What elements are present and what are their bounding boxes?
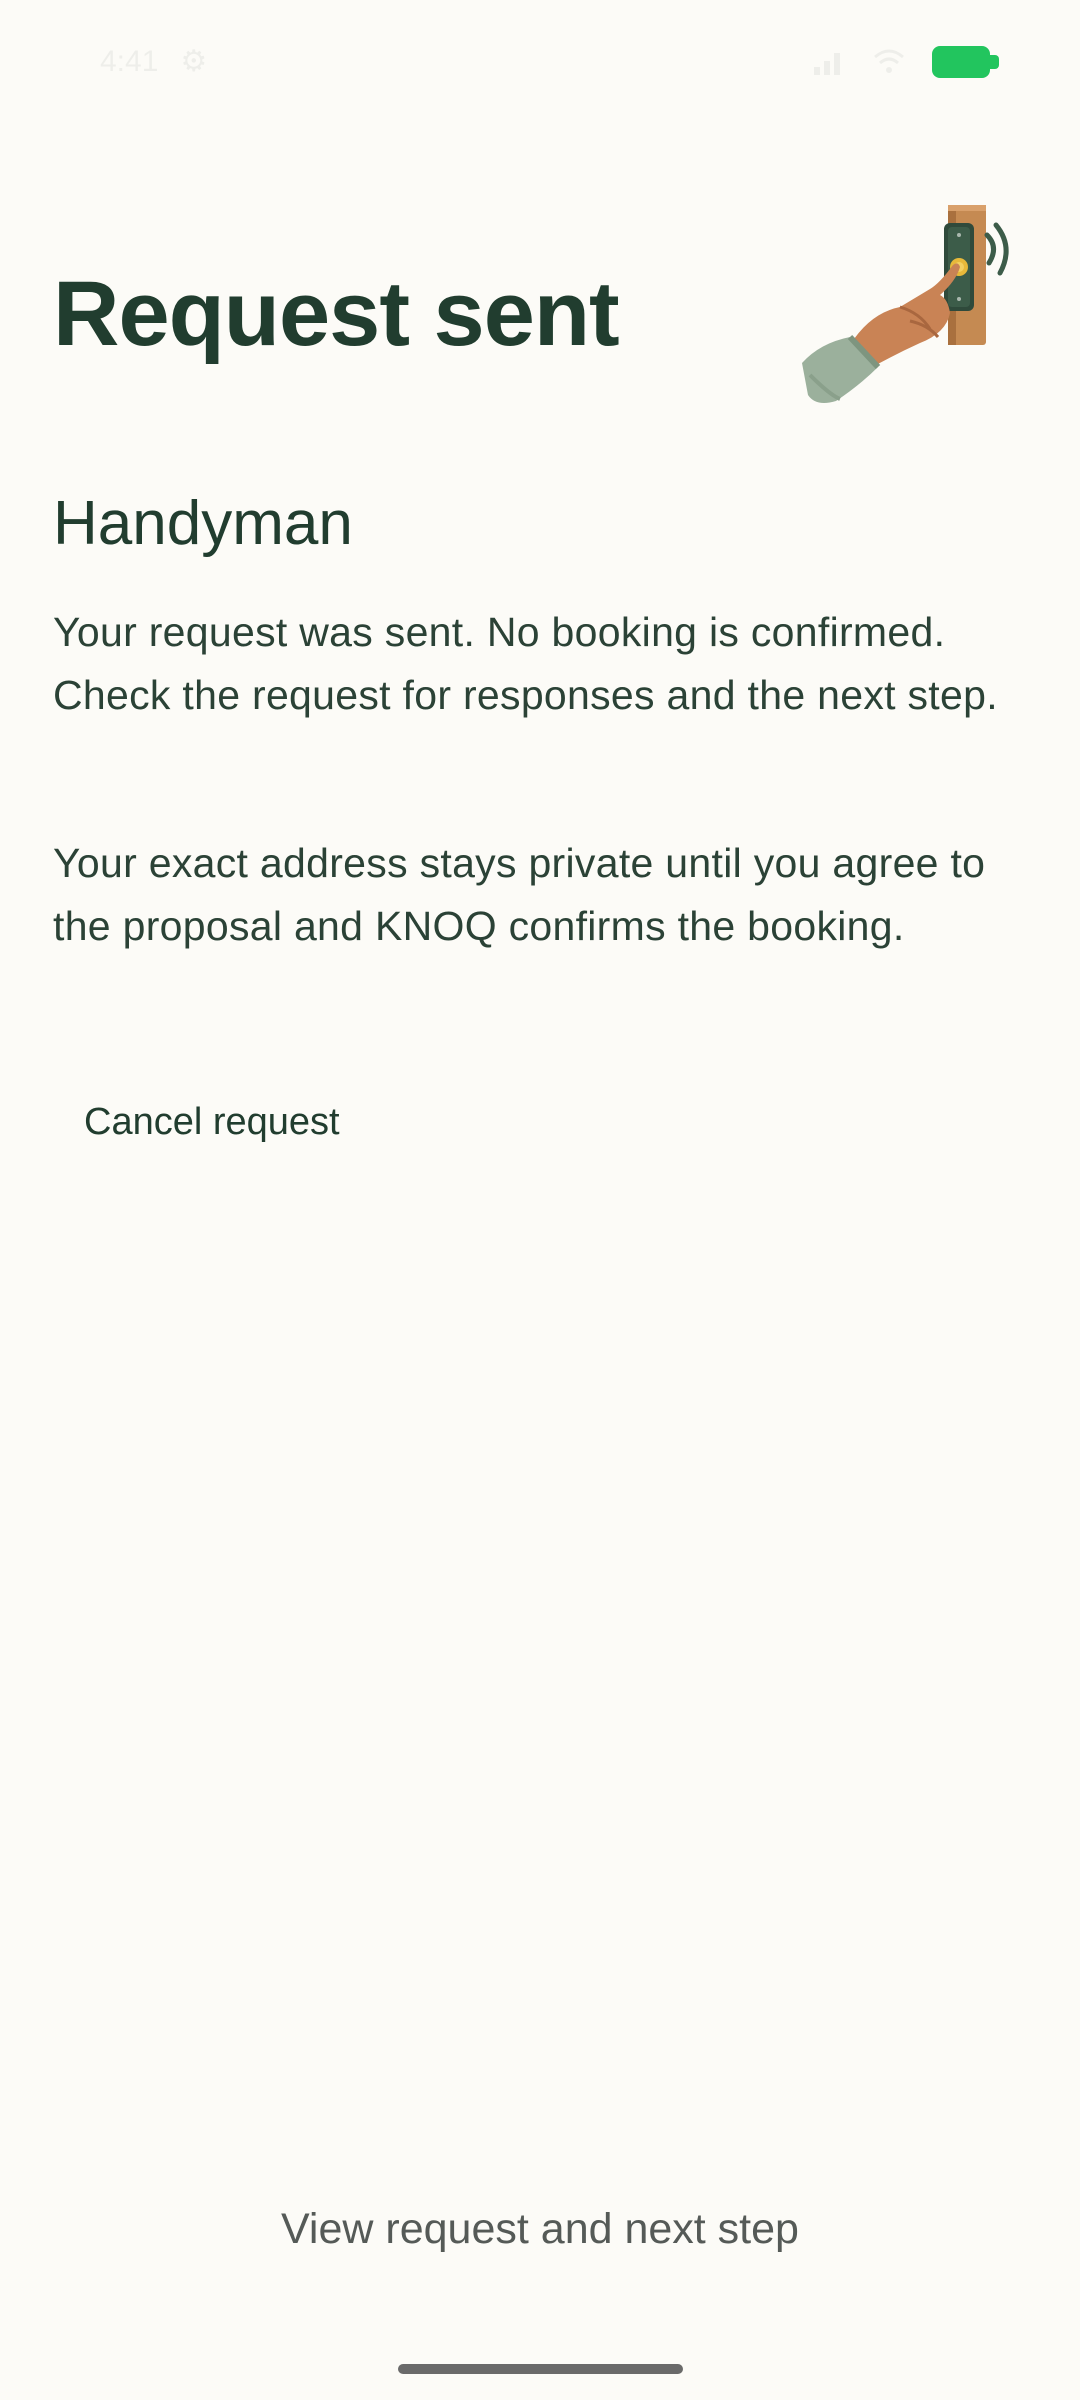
service-title: Handyman [53,489,353,558]
status-right [812,46,999,78]
battery-icon [932,46,999,78]
view-request-button[interactable]: View request and next step [0,2205,1080,2254]
status-time: 4:41 [100,44,159,78]
status-bar: 4:41 ⚙ [0,0,1080,130]
address-privacy-note: Your exact address stays private until y… [53,840,986,949]
wifi-icon [874,49,904,73]
status-left: 4:41 ⚙ [100,44,207,79]
doorbell-press-icon [802,205,1009,403]
home-indicator[interactable] [398,2364,683,2374]
cancel-request-button[interactable]: Cancel request [84,1101,340,1144]
signal-icon [814,53,840,75]
page-title: Request sent [53,263,620,365]
request-status-message: Your request was sent. No booking is con… [53,609,998,718]
settings-icon: ⚙ [180,45,208,78]
battery-tip [990,55,999,69]
